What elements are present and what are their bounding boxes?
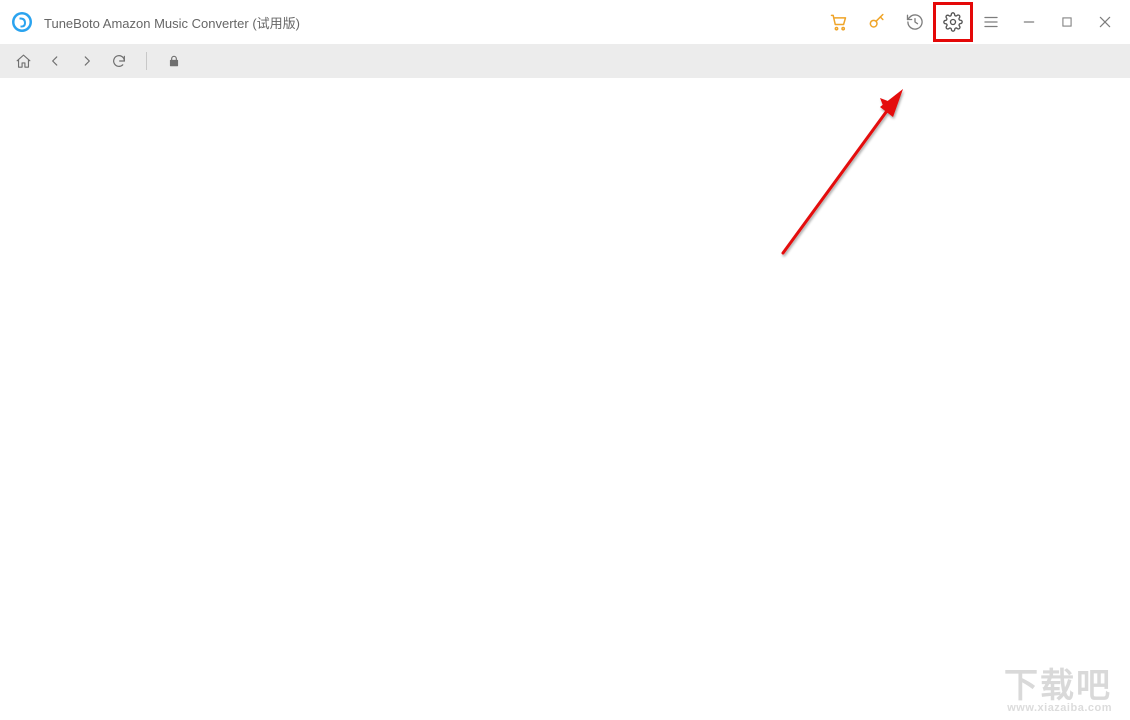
reload-button[interactable] — [104, 46, 134, 76]
lock-indicator — [159, 46, 189, 76]
forward-button[interactable] — [72, 46, 102, 76]
minimize-button[interactable] — [1010, 3, 1048, 41]
home-button[interactable] — [8, 46, 38, 76]
nav-toolbar — [0, 44, 1130, 78]
title-bar: TuneBoto Amazon Music Converter (试用版) — [0, 0, 1130, 44]
cart-button[interactable] — [820, 3, 858, 41]
app-title: TuneBoto Amazon Music Converter (试用版) — [44, 13, 300, 32]
close-button[interactable] — [1086, 3, 1124, 41]
nav-separator — [146, 52, 147, 70]
maximize-button[interactable] — [1048, 3, 1086, 41]
history-button[interactable] — [896, 3, 934, 41]
key-button[interactable] — [858, 3, 896, 41]
settings-button[interactable] — [934, 3, 972, 41]
app-logo-icon — [10, 10, 34, 34]
back-button[interactable] — [40, 46, 70, 76]
content-area — [0, 78, 1130, 720]
menu-button[interactable] — [972, 3, 1010, 41]
